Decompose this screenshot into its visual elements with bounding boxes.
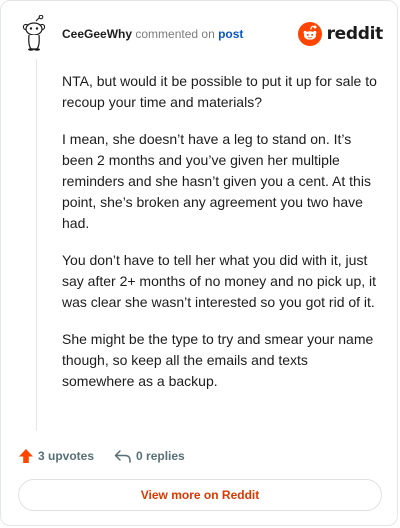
comment-paragraph: NTA, but would it be possible to put it …: [62, 73, 377, 110]
comment-header: CeeGeeWhy commented on post reddit: [19, 14, 384, 53]
reddit-brand[interactable]: reddit: [297, 21, 384, 47]
thread-line: [36, 59, 37, 431]
reply-arrow-icon: [114, 450, 131, 463]
comment-meta: CeeGeeWhy commented on post: [62, 27, 243, 41]
view-more-button[interactable]: View more on Reddit: [18, 479, 382, 511]
upvote-count: 3 upvotes: [38, 449, 95, 463]
commented-on-text: commented on: [132, 27, 219, 41]
upvote-arrow-icon: [19, 449, 33, 463]
replies-count: 0 replies: [136, 449, 185, 463]
comment-paragraph: She might be the type to try and smear y…: [62, 331, 374, 389]
username-link[interactable]: CeeGeeWhy: [62, 27, 132, 41]
comment-paragraph: I mean, she doesn’t have a leg to stand …: [62, 131, 371, 231]
comment-body: NTA, but would it be possible to put it …: [62, 71, 380, 408]
reddit-logo-icon: [297, 22, 322, 46]
replies-button[interactable]: 0 replies: [114, 448, 185, 464]
snoo-avatar-icon[interactable]: [19, 14, 49, 51]
comment-paragraph: You don’t have to tell her what you did …: [62, 252, 377, 310]
reddit-wordmark: reddit: [326, 24, 384, 44]
comment-actions: 3 upvotes 0 replies: [18, 445, 185, 467]
embedded-comment-card: CeeGeeWhy commented on post reddit NTA, …: [0, 0, 398, 526]
upvote-button[interactable]: 3 upvotes: [18, 448, 94, 464]
post-link[interactable]: post: [218, 27, 243, 41]
